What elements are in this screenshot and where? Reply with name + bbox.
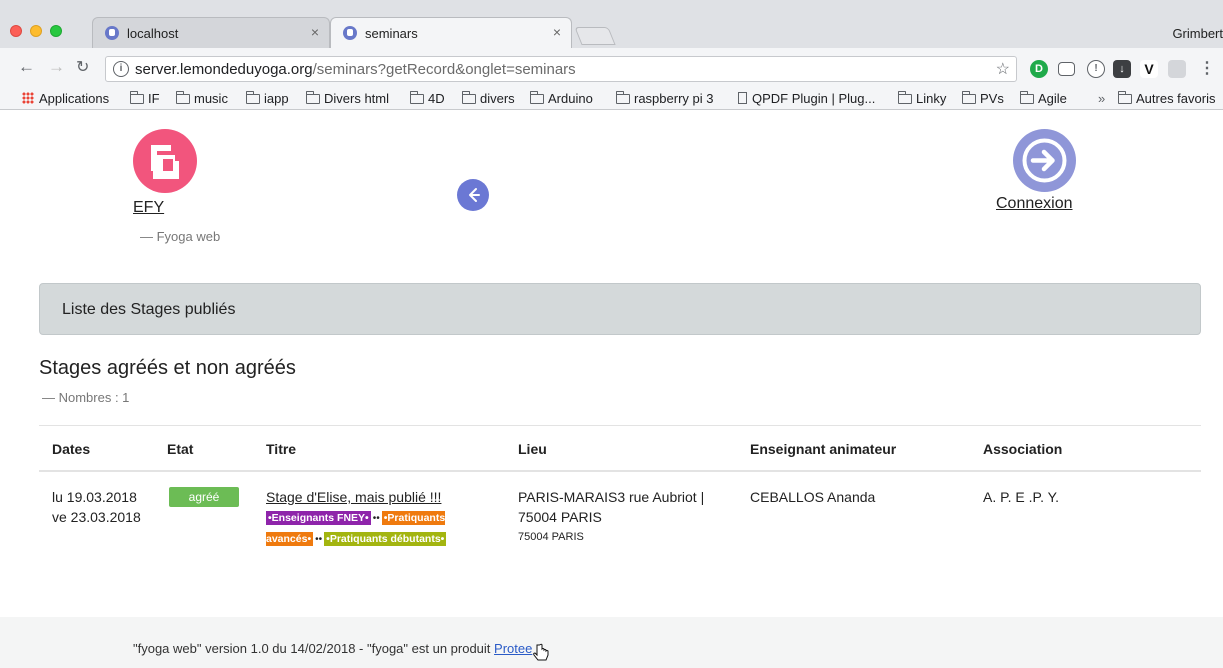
- bookmark-raspberry[interactable]: raspberry pi 3: [616, 91, 713, 106]
- status-badge: agréé: [169, 487, 239, 507]
- bookmark-if[interactable]: IF: [130, 91, 160, 106]
- maximize-window-button[interactable]: [50, 25, 62, 37]
- place-line1: PARIS-MARAIS3 rue Aubriot |: [518, 489, 705, 505]
- address-url[interactable]: server.lemondeduyoga.org/seminars?getRec…: [135, 61, 576, 78]
- col-lieu: Lieu: [518, 441, 547, 457]
- forward-nav-icon[interactable]: →: [48, 57, 65, 77]
- tab-localhost[interactable]: localhost ×: [92, 17, 330, 48]
- tag-pratiquants-debutants: •Pratiquants débutants•: [324, 532, 447, 546]
- login-arrow-icon[interactable]: [1013, 129, 1076, 192]
- published-seminars-panel: Liste des Stages publiés: [39, 283, 1201, 335]
- page-footer: "fyoga web" version 1.0 du 14/02/2018 - …: [0, 617, 1223, 668]
- hand-cursor-icon: [533, 643, 549, 661]
- login-link[interactable]: Connexion: [996, 195, 1073, 213]
- folder-icon: [962, 91, 976, 104]
- extension-download-icon[interactable]: ↓: [1113, 60, 1131, 78]
- cast-icon[interactable]: [1058, 62, 1075, 76]
- bookmark-iapp[interactable]: iapp: [246, 91, 289, 106]
- panel-title: Liste des Stages publiés: [62, 301, 236, 318]
- tab-close-icon[interactable]: ×: [553, 24, 561, 40]
- bookmark-linky[interactable]: Linky: [898, 91, 946, 106]
- bookmark-divers-html[interactable]: Divers html: [306, 91, 389, 106]
- info-icon[interactable]: i: [113, 61, 129, 77]
- row-lieu: PARIS-MARAIS3 rue Aubriot | 75004 PARIS …: [518, 487, 728, 547]
- folder-icon: [130, 91, 144, 104]
- bookmark-divers[interactable]: divers: [462, 91, 515, 106]
- folder-icon: [1020, 91, 1034, 104]
- seminar-title-link[interactable]: Stage d'Elise, mais publié !!!: [266, 489, 441, 505]
- folder-icon: [246, 91, 260, 104]
- arrow-left-icon[interactable]: [457, 179, 489, 211]
- bookmark-pvs[interactable]: PVs: [962, 91, 1004, 106]
- tag-enseignants-fney: •Enseignants FNEY•: [266, 511, 371, 525]
- favicon-icon: [105, 26, 119, 40]
- row-dates: lu 19.03.2018 ve 23.03.2018: [52, 487, 162, 527]
- bookmark-applications[interactable]: Applications: [22, 91, 109, 106]
- place-line2: 75004 PARIS: [518, 509, 602, 525]
- minimize-window-button[interactable]: [30, 25, 42, 37]
- section-count: — Nombres : 1: [42, 390, 130, 405]
- bookmark-qpdf[interactable]: QPDF Plugin | Plug...: [738, 91, 875, 106]
- bookmark-agile[interactable]: Agile: [1020, 91, 1067, 106]
- bookmark-4d[interactable]: 4D: [410, 91, 445, 106]
- tag-separator: ••: [315, 534, 323, 545]
- col-titre: Titre: [266, 441, 297, 457]
- col-association: Association: [983, 441, 1063, 457]
- reload-icon[interactable]: ↻: [76, 57, 89, 77]
- favicon-icon: [343, 26, 357, 40]
- tab-title: localhost: [127, 26, 179, 41]
- bookmark-music[interactable]: music: [176, 91, 228, 106]
- profile-name[interactable]: Grimbert: [1172, 26, 1223, 41]
- folder-icon: [616, 91, 630, 104]
- page-icon: [738, 92, 747, 104]
- folder-icon: [898, 91, 912, 104]
- date-end: ve 23.03.2018: [52, 509, 141, 525]
- tag-separator: ••: [372, 513, 380, 524]
- menu-dots-icon[interactable]: ⋮: [1198, 60, 1216, 78]
- col-dates: Dates: [52, 441, 91, 457]
- folder-icon: [1118, 91, 1132, 104]
- close-window-button[interactable]: [10, 25, 22, 37]
- folder-icon: [410, 91, 424, 104]
- col-enseignant: Enseignant animateur: [750, 441, 897, 457]
- row-title: Stage d'Elise, mais publié !!! •Enseigna…: [266, 487, 486, 549]
- bookmark-star-icon[interactable]: ☆: [996, 59, 1010, 79]
- tab-title: seminars: [365, 26, 418, 41]
- bookmarks-overflow-icon[interactable]: »: [1098, 91, 1105, 106]
- extension-grey-icon[interactable]: [1168, 60, 1186, 78]
- tab-seminars[interactable]: seminars ×: [330, 17, 572, 48]
- apps-grid-icon: [22, 92, 34, 104]
- browser-tabstrip: localhost × seminars × Grimbert: [0, 0, 1223, 48]
- bookmark-arduino[interactable]: Arduino: [530, 91, 593, 106]
- bookmarks-bar: Applications IF music iapp Divers html 4…: [0, 88, 1223, 110]
- row-teacher: CEBALLOS Ananda: [750, 489, 876, 505]
- folder-icon: [176, 91, 190, 104]
- extension-vd-icon[interactable]: V: [1140, 60, 1158, 78]
- footer-protee-link[interactable]: Protee: [494, 641, 532, 656]
- extension-info-icon[interactable]: !: [1087, 60, 1105, 78]
- back-nav-icon[interactable]: ←: [18, 57, 35, 77]
- bookmark-autres-favoris[interactable]: Autres favoris: [1118, 91, 1215, 106]
- tab-close-icon[interactable]: ×: [311, 24, 319, 40]
- address-bar[interactable]: i server.lemondeduyoga.org/seminars?getR…: [105, 56, 1017, 82]
- brand-link[interactable]: EFY: [133, 199, 164, 217]
- section-title: Stages agréés et non agréés: [39, 357, 296, 379]
- folder-icon: [530, 91, 544, 104]
- date-start: lu 19.03.2018: [52, 489, 137, 505]
- new-tab-button[interactable]: [574, 27, 616, 45]
- folder-icon: [462, 91, 476, 104]
- col-etat: Etat: [167, 441, 194, 457]
- footer-text: "fyoga web" version 1.0 du 14/02/2018 - …: [133, 641, 533, 656]
- extension-dashlane-icon[interactable]: D: [1030, 60, 1048, 78]
- row-association: A. P. E .P. Y.: [983, 489, 1060, 505]
- place-small: 75004 PARIS: [518, 531, 584, 543]
- folder-icon: [306, 91, 320, 104]
- table-header: Dates Etat Titre Lieu Enseignant animate…: [39, 425, 1201, 472]
- brand-subtitle: — Fyoga web: [140, 229, 221, 244]
- efy-logo-icon[interactable]: [133, 129, 197, 193]
